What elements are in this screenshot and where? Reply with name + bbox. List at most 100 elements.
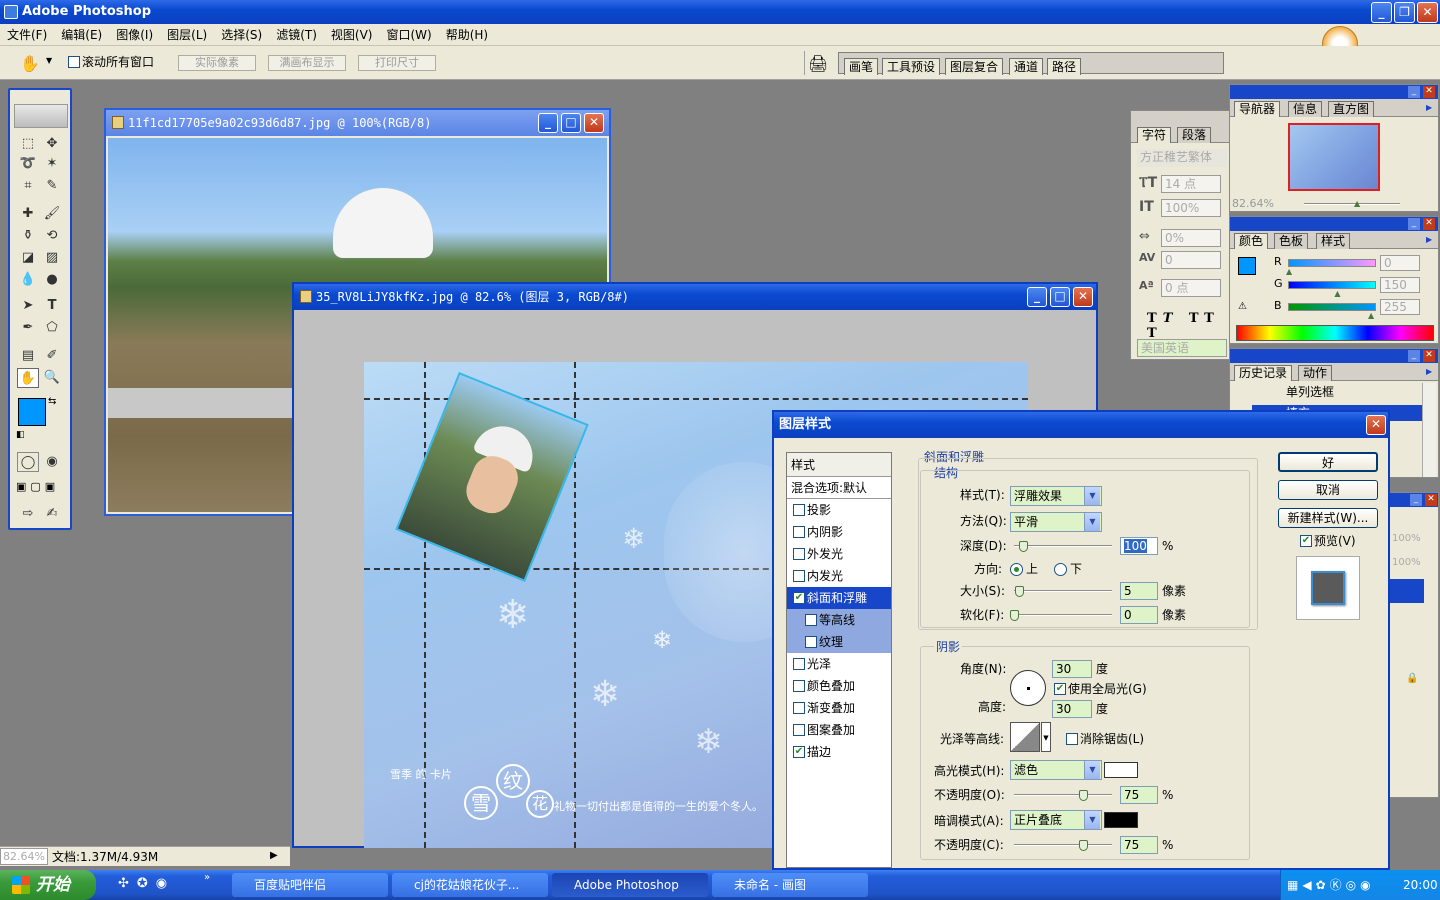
b-slider-thumb[interactable]: ▲: [1368, 311, 1374, 320]
chevron-down-icon[interactable]: ▼: [1084, 811, 1100, 829]
history-brush-tool-icon[interactable]: ⟲: [41, 226, 63, 246]
color-close-button[interactable]: ✕: [1423, 218, 1435, 230]
status-menu-arrow-icon[interactable]: ▶: [270, 850, 278, 861]
swap-colors-icon[interactable]: ⇆: [48, 396, 56, 407]
blending-options-item[interactable]: 混合选项:默认: [787, 477, 891, 499]
task-photoshop[interactable]: Adobe Photoshop: [552, 873, 708, 897]
marquee-tool-icon[interactable]: ⬚: [17, 134, 39, 154]
style-item[interactable]: 渐变叠加: [787, 697, 891, 719]
panel-menu-arrow-icon[interactable]: ▶: [1426, 103, 1432, 112]
gloss-contour-preview[interactable]: [1010, 722, 1040, 752]
palette-well-tab-comps[interactable]: 图层复合: [945, 58, 1004, 75]
feather-logo-icon[interactable]: [14, 104, 68, 128]
shadow-opacity-field[interactable]: 75: [1120, 836, 1158, 854]
style-item-checkbox[interactable]: [793, 680, 805, 692]
doc1-maximize-button[interactable]: □: [561, 113, 581, 133]
ok-button[interactable]: 好: [1278, 452, 1378, 472]
font-size-field[interactable]: 14 点: [1161, 175, 1221, 193]
eyedropper-tool-icon[interactable]: ✐: [41, 346, 63, 366]
doc2-minimize-button[interactable]: _: [1027, 287, 1047, 307]
tray-icons[interactable]: ▦◀✿Ⓚ◎◉: [1287, 870, 1375, 900]
style-item[interactable]: 内发光: [787, 565, 891, 587]
magic-wand-tool-icon[interactable]: ✶: [41, 154, 63, 174]
close-button[interactable]: ✕: [1417, 2, 1438, 23]
navigator-zoom-slider[interactable]: [1304, 203, 1400, 205]
menu-select[interactable]: 选择(S): [214, 24, 269, 46]
task-cj[interactable]: cj的花姑娘花伙子...: [392, 873, 548, 897]
color-fg-swatch[interactable]: [1238, 257, 1256, 275]
style-item[interactable]: 等高线: [787, 609, 891, 631]
menu-help[interactable]: 帮助(H): [439, 24, 495, 46]
style-item[interactable]: 光泽: [787, 653, 891, 675]
tab-paragraph[interactable]: 段落: [1177, 127, 1212, 143]
move-tool-icon[interactable]: ✥: [41, 134, 63, 154]
palette-well-tab-brushes[interactable]: 画笔: [844, 58, 879, 75]
brush-tool-icon[interactable]: 🖌: [41, 204, 63, 224]
history-scrollbar[interactable]: [1422, 383, 1436, 477]
doc1-minimize-button[interactable]: _: [538, 113, 558, 133]
history-item[interactable]: 单列选框: [1252, 383, 1422, 401]
chevron-down-icon[interactable]: ▼: [1084, 487, 1100, 505]
healing-brush-tool-icon[interactable]: ✚: [17, 204, 39, 224]
tab-swatches[interactable]: 色板: [1274, 233, 1309, 249]
dodge-tool-icon[interactable]: ●: [41, 270, 63, 290]
altitude-field[interactable]: 30: [1052, 700, 1092, 718]
print-size-button[interactable]: 打印尺寸: [358, 55, 436, 71]
style-item[interactable]: ✔ 描边: [787, 741, 891, 763]
gradient-tool-icon[interactable]: ▨: [41, 248, 63, 268]
style-item-checkbox[interactable]: [805, 614, 817, 626]
language-field[interactable]: 美国英语: [1137, 339, 1227, 357]
preview-checkbox[interactable]: ✔: [1300, 535, 1312, 547]
soften-slider[interactable]: [1014, 614, 1112, 616]
navigator-zoom-field[interactable]: 82.64%: [1232, 197, 1274, 210]
style-item-checkbox[interactable]: ✔: [793, 592, 805, 604]
jump-to-imageready-icon[interactable]: ⇨: [17, 504, 39, 524]
g-value-field[interactable]: 150: [1380, 277, 1420, 293]
panel-menu-arrow-icon[interactable]: ▶: [1426, 235, 1432, 244]
scroll-all-checkbox[interactable]: [68, 56, 80, 68]
navigator-close-button[interactable]: ✕: [1423, 86, 1435, 98]
pen-tool-icon[interactable]: ✒: [17, 318, 39, 338]
style-item-checkbox[interactable]: [793, 658, 805, 670]
style-item-checkbox[interactable]: [793, 702, 805, 714]
quickmask-mode-icon[interactable]: ◉: [41, 452, 63, 472]
navigator-thumbnail[interactable]: [1288, 123, 1380, 191]
font-family-field[interactable]: 方正稚艺繁体: [1137, 149, 1227, 167]
task-paint[interactable]: 未命名 - 画图: [712, 873, 868, 897]
highlight-opacity-slider[interactable]: [1014, 794, 1112, 796]
tab-color[interactable]: 颜色: [1234, 233, 1269, 249]
layers-close-button[interactable]: ✕: [1425, 494, 1437, 506]
leading-field[interactable]: 100%: [1161, 199, 1221, 217]
menu-layer[interactable]: 图层(L): [160, 24, 214, 46]
style-item[interactable]: 内阴影: [787, 521, 891, 543]
hand-tool-icon[interactable]: ✋: [20, 54, 40, 73]
style-item-checkbox[interactable]: ✔: [793, 746, 805, 758]
navigator-slider-thumb[interactable]: ▲: [1354, 199, 1360, 208]
antialias-checkbox[interactable]: [1066, 733, 1078, 745]
palette-well-tab-presets[interactable]: 工具预设: [882, 58, 941, 75]
lasso-tool-icon[interactable]: ➰: [17, 154, 39, 174]
layers-minimize-button[interactable]: _: [1410, 494, 1422, 506]
shadow-opacity-slider[interactable]: [1014, 844, 1112, 846]
type-tool-icon[interactable]: T: [41, 296, 63, 316]
palette-well-tab-paths[interactable]: 路径: [1047, 58, 1082, 75]
direction-down-radio[interactable]: [1054, 563, 1067, 576]
status-zoom-field[interactable]: 82.64%: [0, 848, 48, 865]
soften-field[interactable]: 0: [1120, 606, 1158, 624]
quick-launch-icons[interactable]: ✣✪◉: [118, 876, 175, 891]
color-minimize-button[interactable]: _: [1408, 218, 1420, 230]
navigator-minimize-button[interactable]: _: [1408, 86, 1420, 98]
layer-row-selected[interactable]: [1390, 579, 1424, 603]
doc1-close-button[interactable]: ✕: [584, 113, 604, 133]
style-item[interactable]: 颜色叠加: [787, 675, 891, 697]
depth-slider-thumb[interactable]: [1019, 541, 1029, 552]
angle-dial[interactable]: [1010, 670, 1046, 706]
angle-field[interactable]: 30: [1052, 660, 1092, 678]
style-item[interactable]: 图案叠加: [787, 719, 891, 741]
highlight-opacity-field[interactable]: 75: [1120, 786, 1158, 804]
depth-field[interactable]: 100: [1124, 539, 1147, 553]
tab-navigator[interactable]: 导航器: [1234, 101, 1281, 117]
hand-tool-button-icon[interactable]: ✋: [17, 368, 39, 388]
kerning-field[interactable]: 0: [1161, 251, 1221, 269]
r-value-field[interactable]: 0: [1380, 255, 1420, 271]
